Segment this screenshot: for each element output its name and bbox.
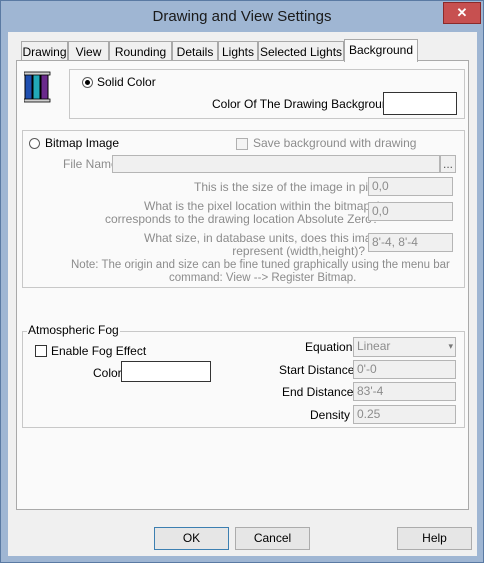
- background-color-label: Color Of The Drawing Background: [212, 97, 396, 111]
- end-distance-label: End Distance: [282, 385, 354, 399]
- tab-details[interactable]: Details: [172, 41, 218, 61]
- dialog-client: Drawing View Rounding Details Lights Sel…: [8, 32, 477, 556]
- equation-value: Linear: [357, 339, 391, 353]
- bitmap-image-label: Bitmap Image: [45, 136, 120, 150]
- help-button[interactable]: Help: [397, 527, 472, 550]
- atmospheric-fog-group: Enable Fog Effect Color Equation Linear …: [22, 331, 465, 428]
- database-size-label-2: represent (width,height)?: [232, 244, 365, 258]
- start-distance-label: Start Distance: [279, 363, 355, 377]
- image-size-field[interactable]: 0,0: [368, 177, 453, 196]
- start-distance-field[interactable]: 0'-0: [353, 360, 456, 379]
- fog-color-swatch[interactable]: [121, 361, 211, 382]
- cancel-button[interactable]: Cancel: [235, 527, 310, 550]
- pixel-location-label-1: What is the pixel location within the bi…: [144, 199, 394, 213]
- solid-color-radio[interactable]: [82, 77, 93, 88]
- chevron-down-icon: ▾: [448, 341, 453, 351]
- solid-color-label: Solid Color: [97, 75, 156, 89]
- close-button[interactable]: ✕: [443, 2, 481, 24]
- equation-label: Equation: [305, 340, 353, 354]
- enable-fog-checkbox[interactable]: [35, 345, 47, 357]
- background-color-swatch[interactable]: [383, 92, 457, 115]
- database-size-label-1: What size, in database units, does this …: [144, 231, 385, 245]
- tab-selected-lights[interactable]: Selected Lights: [258, 41, 344, 61]
- ok-button[interactable]: OK: [154, 527, 229, 550]
- image-size-label: This is the size of the image in pixels:: [194, 180, 393, 194]
- atmospheric-fog-label: Atmospheric Fog: [27, 323, 120, 337]
- density-field[interactable]: 0.25: [353, 405, 456, 424]
- fog-color-label: Color: [93, 366, 122, 380]
- enable-fog-label: Enable Fog Effect: [51, 344, 147, 358]
- tab-background[interactable]: Background: [344, 39, 418, 62]
- color-spools-icon: [23, 71, 54, 103]
- window-title: Drawing and View Settings: [152, 8, 332, 25]
- bitmap-image-group: Bitmap Image Save background with drawin…: [22, 130, 465, 288]
- file-name-input[interactable]: [112, 155, 440, 173]
- bitmap-image-radio[interactable]: [29, 138, 40, 149]
- density-label: Density: [310, 408, 351, 422]
- save-background-label: Save background with drawing: [253, 136, 417, 150]
- tab-rounding[interactable]: Rounding: [109, 41, 172, 61]
- note-line-2: command: View --> Register Bitmap.: [169, 272, 357, 284]
- tab-lights[interactable]: Lights: [218, 41, 258, 61]
- note-line-1: Note: The origin and size can be fine tu…: [71, 259, 450, 271]
- file-name-label: File Name: [63, 157, 118, 171]
- tab-view[interactable]: View: [68, 41, 109, 61]
- database-size-field[interactable]: 8'-4, 8'-4: [368, 233, 453, 252]
- end-distance-field[interactable]: 83'-4: [353, 382, 456, 401]
- pixel-location-field[interactable]: 0,0: [368, 202, 453, 221]
- solid-color-group: Solid Color Color Of The Drawing Backgro…: [69, 69, 465, 119]
- background-tab-panel: Solid Color Color Of The Drawing Backgro…: [16, 60, 469, 510]
- tab-drawing[interactable]: Drawing: [21, 41, 68, 61]
- save-background-checkbox[interactable]: [236, 138, 248, 150]
- browse-button[interactable]: ...: [440, 155, 456, 173]
- pixel-location-label-2: corresponds to the drawing location Abso…: [105, 212, 379, 226]
- dialog-window: Drawing and View Settings ✕ Drawing View…: [0, 0, 484, 563]
- equation-select[interactable]: Linear ▾: [353, 337, 456, 357]
